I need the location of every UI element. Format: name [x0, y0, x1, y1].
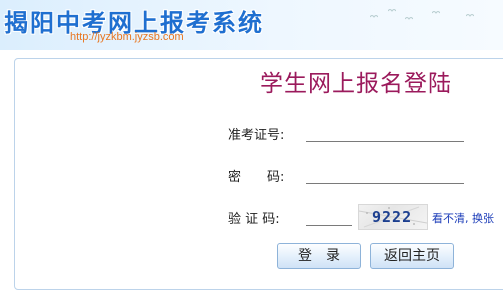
password-label: 密 码:	[228, 170, 285, 185]
captcha-image[interactable]: 9222	[358, 204, 428, 230]
site-url[interactable]: http://jyzkbm.jyzsb.com	[70, 31, 184, 43]
password-field[interactable]	[306, 167, 464, 184]
bird-icon	[370, 15, 378, 18]
bird-icon	[432, 11, 440, 14]
exam-id-label: 准考证号:	[228, 128, 285, 143]
captcha-label: 验 证 码:	[228, 212, 280, 227]
site-banner: 揭阳中考网上报考系统 http://jyzkbm.jyzsb.com	[0, 0, 503, 50]
exam-id-field[interactable]	[306, 125, 464, 142]
login-button[interactable]: 登 录	[277, 243, 361, 269]
captcha-field[interactable]	[306, 209, 352, 226]
home-button[interactable]: 返回主页	[370, 243, 454, 269]
bird-icon	[405, 17, 413, 20]
captcha-code: 9222	[372, 208, 413, 226]
login-title: 学生网上报名登陆	[260, 71, 452, 97]
bird-icon	[388, 9, 396, 12]
refresh-captcha-link[interactable]: 看不清, 换张	[432, 210, 494, 226]
bird-icon	[466, 14, 474, 17]
